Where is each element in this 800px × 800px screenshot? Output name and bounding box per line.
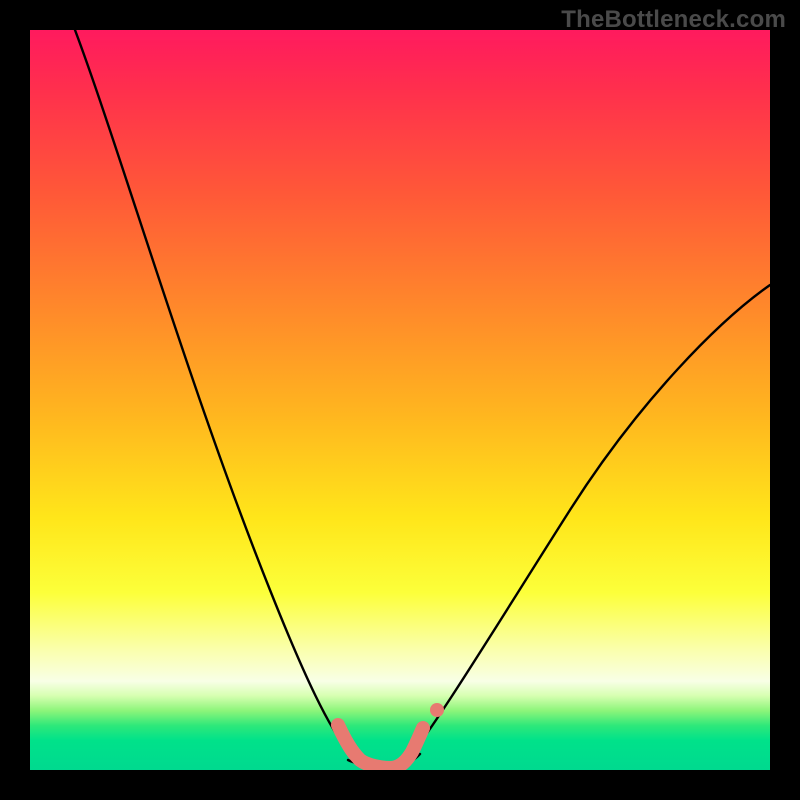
curve-left-branch: [75, 30, 370, 764]
chart-frame: TheBottleneck.com: [0, 0, 800, 800]
watermark-label: TheBottleneck.com: [561, 6, 786, 34]
bottleneck-curve-svg: [30, 30, 770, 770]
curve-right-branch: [405, 285, 770, 762]
plot-area: [30, 30, 770, 770]
min-marker-dot: [430, 703, 444, 717]
